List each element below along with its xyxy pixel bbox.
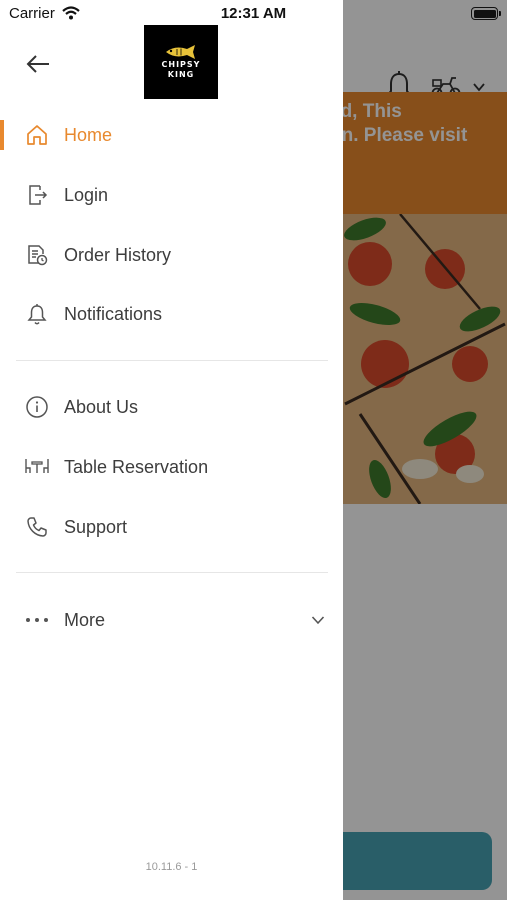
menu-divider: [16, 572, 328, 573]
ellipsis-icon: [24, 607, 50, 633]
menu-item-label: Table Reservation: [64, 456, 209, 477]
brand-logo: CHIPSY KING: [144, 25, 218, 99]
bell-icon: [24, 301, 50, 327]
login-icon: [24, 182, 50, 208]
battery-icon: [471, 7, 498, 20]
menu-item-label: Login: [64, 184, 109, 205]
app-version: 10.11.6 - 1: [145, 861, 198, 873]
menu-item-label: About Us: [64, 396, 139, 417]
fish-icon: [166, 45, 195, 59]
menu-item-label: Support: [64, 516, 128, 537]
info-icon: [24, 394, 50, 420]
back-button[interactable]: [22, 50, 54, 78]
menu-item-login[interactable]: Login: [0, 165, 343, 225]
navigation-drawer: CHIPSY KING Home Login Order History Not…: [0, 0, 343, 900]
chevron-down-icon: [308, 610, 328, 630]
battery-tip: [499, 11, 501, 16]
menu-item-table-reservation[interactable]: Table Reservation: [0, 437, 343, 497]
arrow-left-icon: [26, 55, 49, 73]
phone-icon: [24, 514, 50, 540]
menu-item-notifications[interactable]: Notifications: [0, 284, 343, 344]
menu-item-more[interactable]: More: [0, 590, 343, 650]
active-indicator: [0, 120, 4, 150]
order-history-icon: [24, 242, 50, 268]
logo-text-line: KING: [167, 70, 195, 79]
menu-item-order-history[interactable]: Order History: [0, 225, 343, 285]
menu-item-label: Home: [64, 124, 113, 145]
menu-item-label: More: [64, 609, 106, 630]
drawer-overlay[interactable]: [343, 0, 507, 900]
status-bar: Carrier 12:31 AM: [0, 0, 507, 28]
menu-item-label: Notifications: [64, 303, 163, 324]
home-icon: [24, 122, 50, 148]
menu-item-support[interactable]: Support: [0, 497, 343, 557]
logo-text-line: CHIPSY: [161, 60, 201, 69]
menu-item-label: Order History: [64, 244, 172, 265]
menu-item-about-us[interactable]: About Us: [0, 377, 343, 437]
menu-divider: [16, 360, 328, 361]
menu-item-home[interactable]: Home: [0, 105, 343, 165]
table-icon: [24, 454, 50, 480]
status-time: 12:31 AM: [220, 5, 287, 22]
